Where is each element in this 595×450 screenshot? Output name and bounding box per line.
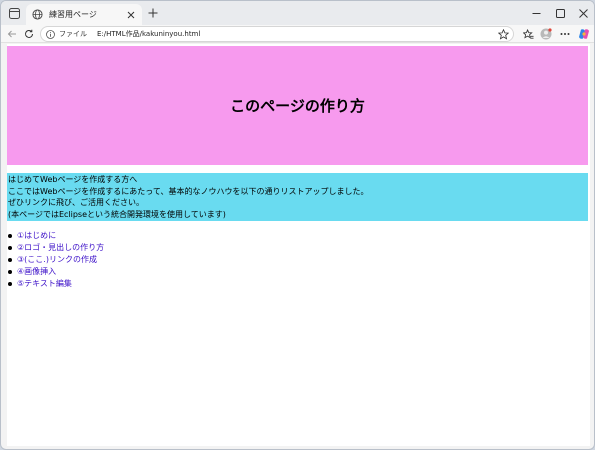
favorites-icon[interactable] (520, 26, 536, 42)
bullet-icon (8, 234, 12, 238)
list-item: ①はじめに (7, 230, 104, 242)
bullet-icon (8, 270, 12, 274)
browser-window: 練習用ページ ファイル E:/HTML作品/kakuninyou.html この… (0, 0, 595, 450)
link-intro[interactable]: ①はじめに (17, 230, 56, 242)
profile-avatar-icon[interactable] (538, 26, 554, 42)
address-scheme-label: ファイル (59, 30, 87, 38)
tab-actions-icon[interactable] (7, 6, 21, 20)
address-url[interactable]: E:/HTML作品/kakuninyou.html (97, 29, 200, 39)
page-title: このページの作り方 (230, 97, 365, 115)
link-logo-heading[interactable]: ②ロゴ・見出しの作り方 (17, 242, 104, 254)
bullet-icon (8, 258, 12, 262)
bullet-icon (8, 246, 12, 250)
new-tab-button[interactable] (147, 7, 159, 19)
intro-line: ぜひリンクに飛び、ご活用ください。 (8, 198, 144, 207)
address-bar[interactable]: ファイル E:/HTML作品/kakuninyou.html (40, 26, 514, 42)
maximize-icon[interactable] (552, 5, 568, 21)
list-item: ④画像挿入 (7, 266, 104, 278)
link-create-link[interactable]: ③(ここ.)リンクの作成 (17, 254, 97, 266)
header-banner: このページの作り方 (7, 46, 588, 165)
minimize-icon[interactable] (528, 5, 544, 21)
tab-bar: 練習用ページ (1, 1, 594, 25)
more-menu-icon[interactable] (557, 26, 573, 42)
tab-active[interactable]: 練習用ページ (26, 4, 142, 25)
list-item: ③(ここ.)リンクの作成 (7, 254, 104, 266)
tab-title: 練習用ページ (49, 10, 97, 19)
link-insert-image[interactable]: ④画像挿入 (17, 266, 56, 278)
intro-line: ここではWebページを作成するにあたって、基本的なノウハウを以下の通りリストアッ… (8, 186, 369, 196)
link-list: ①はじめに ②ロゴ・見出しの作り方 ③(ここ.)リンクの作成 ④画像挿入 ⑤テキ… (7, 230, 104, 290)
bullet-icon (8, 282, 12, 286)
intro-line: (本ページではEclipseという統合開発環境を使用しています) (8, 209, 226, 219)
refresh-icon[interactable] (21, 26, 37, 42)
info-icon[interactable] (46, 29, 55, 39)
favorite-star-icon[interactable] (498, 29, 509, 40)
close-window-icon[interactable] (575, 5, 591, 21)
address-toolbar: ファイル E:/HTML作品/kakuninyou.html (1, 25, 594, 43)
intro-line: はじめてWebページを作成する方へ (8, 175, 138, 184)
link-text-edit[interactable]: ⑤テキスト編集 (17, 278, 72, 290)
globe-icon (32, 9, 43, 20)
page-viewport: このページの作り方 はじめてWebページを作成する方へ ここではWebページを作… (7, 44, 590, 446)
copilot-icon[interactable] (576, 26, 592, 42)
intro-section: はじめてWebページを作成する方へ ここではWebページを作成するにあたって、基… (7, 173, 588, 221)
list-item: ②ロゴ・見出しの作り方 (7, 242, 104, 254)
back-arrow-icon[interactable] (4, 26, 20, 42)
close-tab-icon[interactable] (124, 8, 138, 22)
list-item: ⑤テキスト編集 (7, 278, 104, 290)
